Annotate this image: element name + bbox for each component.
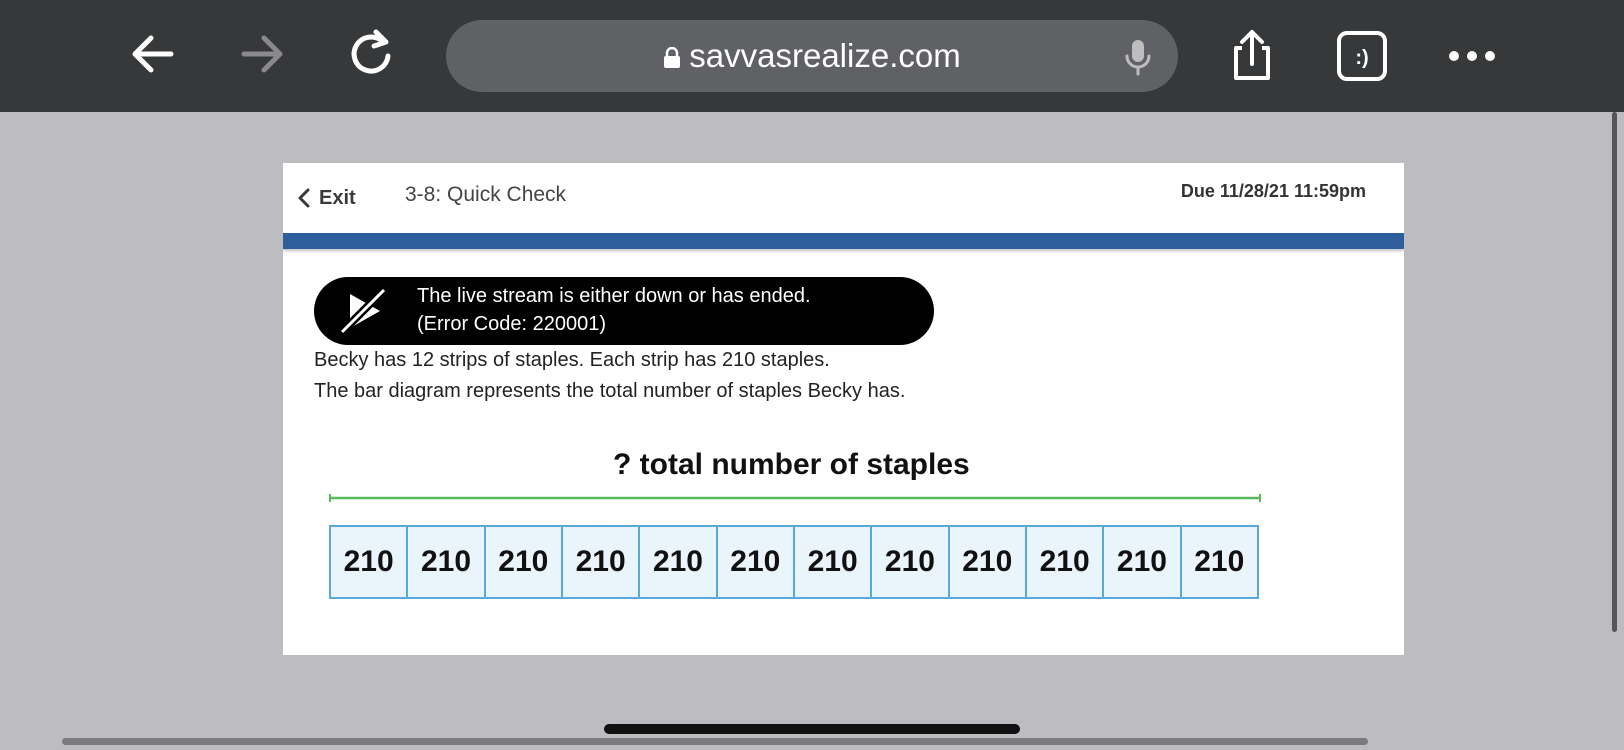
bar-segment: 210 bbox=[486, 527, 563, 597]
bar-segment: 210 bbox=[795, 527, 873, 597]
bar-segment: 210 bbox=[563, 527, 641, 597]
due-date: Due 11/28/21 11:59pm bbox=[1180, 181, 1366, 201]
bar-diagram-label: ? total number of staples bbox=[613, 448, 970, 481]
bar-segment: 210 bbox=[640, 527, 718, 597]
total-bracket bbox=[329, 494, 1261, 502]
microphone-icon[interactable] bbox=[1116, 34, 1160, 78]
horizontal-scrollbar[interactable] bbox=[62, 738, 1368, 745]
bar-segments: 210 210 210 210 210 210 210 210 210 210 210 210 bbox=[329, 525, 1259, 599]
share-icon[interactable] bbox=[1222, 26, 1282, 86]
no-stream-icon bbox=[339, 287, 387, 335]
bar-segment: 210 bbox=[408, 527, 486, 597]
problem-text-line-1: Becky has 12 strips of staples. Each str… bbox=[314, 349, 830, 371]
chevron-left-icon bbox=[298, 188, 310, 208]
bar-segment: 210 bbox=[331, 527, 409, 597]
address-bar[interactable]: savvasrealize.com bbox=[446, 20, 1178, 92]
exit-button[interactable]: Exit bbox=[297, 180, 356, 216]
assignment-card: Exit 3-8: Quick Check Due 11/28/21 11:59… bbox=[283, 163, 1404, 655]
header-divider bbox=[283, 233, 1404, 249]
bar-segment: 210 bbox=[1194, 545, 1245, 578]
bar-segment: 210 bbox=[872, 527, 950, 597]
reload-icon[interactable] bbox=[342, 24, 402, 84]
error-message: The live stream is either down or has en… bbox=[417, 285, 811, 307]
bar-segment: 210 bbox=[1027, 527, 1105, 597]
browser-toolbar: savvasrealize.com :) bbox=[0, 0, 1624, 112]
assignment-title: 3-8: Quick Check bbox=[405, 183, 567, 206]
bar-diagram: ? total number of staples 210 210 210 210 21… bbox=[283, 448, 1404, 608]
back-arrow-icon[interactable] bbox=[123, 24, 183, 84]
forward-arrow-icon[interactable] bbox=[232, 24, 292, 84]
problem-text-line-2: The bar diagram represents the total num… bbox=[314, 380, 906, 402]
stream-error-banner: The live stream is either down or has en… bbox=[314, 277, 934, 345]
error-code: (Error Code: 220001) bbox=[417, 313, 606, 335]
lock-icon bbox=[663, 22, 681, 94]
bar-segment: 210 bbox=[718, 527, 795, 597]
vertical-scrollbar[interactable] bbox=[1612, 112, 1617, 632]
home-indicator[interactable] bbox=[604, 724, 1020, 734]
assignment-header: Exit 3-8: Quick Check Due 11/28/21 11:59… bbox=[283, 163, 1404, 233]
extension-badge: :) bbox=[1355, 47, 1368, 69]
exit-label: Exit bbox=[319, 186, 356, 209]
url-text: savvasrealize.com bbox=[689, 37, 961, 74]
extension-icon[interactable]: :) bbox=[1332, 26, 1392, 86]
bar-segment: 210 bbox=[950, 527, 1027, 597]
more-icon[interactable] bbox=[1442, 26, 1502, 86]
bar-segment: 210 bbox=[1104, 527, 1182, 597]
